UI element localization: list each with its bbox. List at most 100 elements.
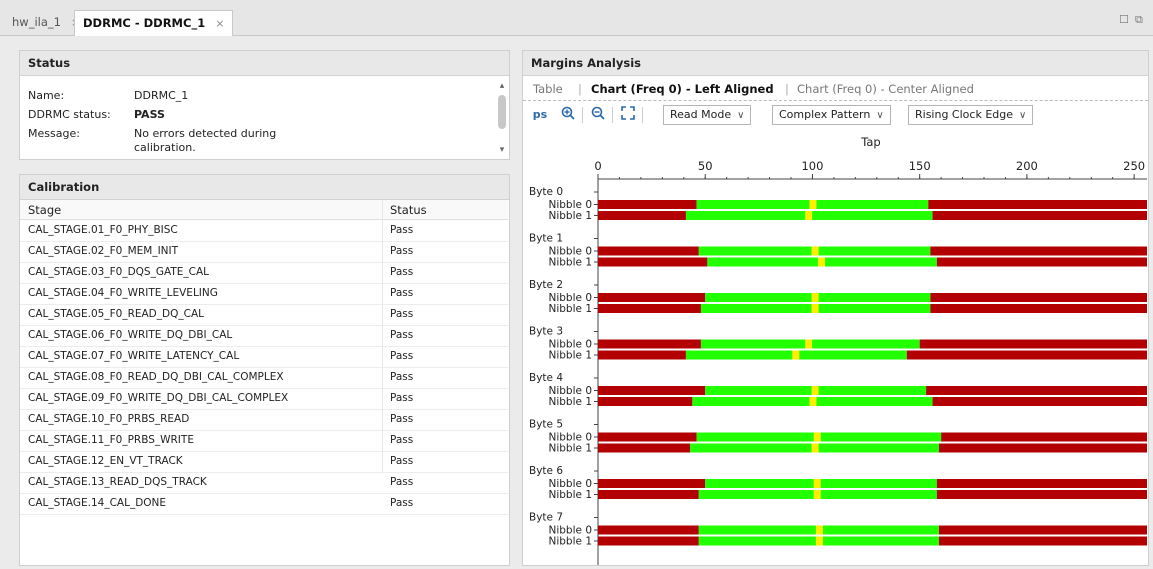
fail-region-right <box>932 397 1147 406</box>
table-row[interactable]: CAL_STAGE.03_F0_DQS_GATE_CAL Pass <box>20 263 508 284</box>
stage-cell: CAL_STAGE.07_F0_WRITE_LATENCY_CAL <box>28 350 240 362</box>
fail-region-right <box>932 211 1147 220</box>
table-row[interactable]: CAL_STAGE.04_F0_WRITE_LEVELING Pass <box>20 284 508 305</box>
byte-label: Byte 7 <box>529 512 563 524</box>
fail-region-left <box>598 432 697 442</box>
center-marker <box>809 200 817 209</box>
zoom-in-icon[interactable] <box>559 106 577 124</box>
status-cell: Pass <box>390 308 414 320</box>
close-icon[interactable]: × <box>215 17 224 30</box>
status-cell: Pass <box>390 245 414 257</box>
table-header: Stage Status <box>20 200 508 220</box>
stage-cell: CAL_STAGE.08_F0_READ_DQ_DBI_CAL_COMPLEX <box>28 371 284 383</box>
subtab-table[interactable]: Table <box>533 82 563 96</box>
fail-region-left <box>598 536 699 546</box>
toolbar-separator <box>642 107 643 123</box>
center-marker <box>811 304 819 313</box>
name-label: Name: <box>28 89 65 102</box>
tab-ddrmc-1[interactable]: DDRMC - DDRMC_1 × <box>74 10 234 36</box>
table-row[interactable]: CAL_STAGE.10_F0_PRBS_READ Pass <box>20 410 508 431</box>
subtab-separator: | <box>578 82 582 96</box>
scroll-down-icon[interactable]: ▾ <box>497 145 507 155</box>
float-icon[interactable]: ⧉ <box>1135 14 1147 25</box>
center-marker <box>818 257 826 267</box>
column-header-status[interactable]: Status <box>390 203 427 217</box>
zoom-out-icon[interactable] <box>589 106 607 124</box>
column-header-stage[interactable]: Stage <box>28 203 61 217</box>
nibble-label: Nibble 1 <box>549 396 593 408</box>
table-row[interactable]: CAL_STAGE.14_CAL_DONE Pass <box>20 494 508 515</box>
table-row[interactable]: CAL_STAGE.08_F0_READ_DQ_DBI_CAL_COMPLEX P… <box>20 368 508 389</box>
table-row[interactable]: CAL_STAGE.06_F0_WRITE_DQ_DBI_CAL Pass <box>20 326 508 347</box>
stage-cell: CAL_STAGE.13_READ_DQS_TRACK <box>28 476 207 488</box>
status-cell: Pass <box>390 455 414 467</box>
nibble-label: Nibble 1 <box>549 350 593 362</box>
center-marker <box>811 443 819 453</box>
center-marker <box>813 479 821 488</box>
status-cell: Pass <box>390 476 414 488</box>
read-mode-dropdown[interactable]: Read Mode ∨ <box>663 105 752 125</box>
table-row[interactable]: CAL_STAGE.02_F0_MEM_INIT Pass <box>20 242 508 263</box>
fail-region-right <box>919 339 1147 349</box>
fail-region-left <box>598 293 706 302</box>
nibble-label: Nibble 1 <box>549 303 593 315</box>
status-cell: Pass <box>390 371 414 383</box>
view-subtabs: Table | Chart (Freq 0) - Left Aligned | … <box>523 77 1148 101</box>
center-marker <box>815 536 823 546</box>
pass-region <box>705 479 937 488</box>
clock-edge-dropdown[interactable]: Rising Clock Edge ∨ <box>908 105 1034 125</box>
table-row[interactable]: CAL_STAGE.05_F0_READ_DQ_CAL Pass <box>20 305 508 326</box>
byte-label: Byte 2 <box>529 279 563 291</box>
nibble-label: Nibble 1 <box>549 210 593 222</box>
scroll-thumb[interactable] <box>498 95 506 129</box>
fail-region-left <box>598 304 701 313</box>
table-row[interactable]: CAL_STAGE.07_F0_WRITE_LATENCY_CAL Pass <box>20 347 508 368</box>
status-cell: Pass <box>390 224 414 236</box>
table-row[interactable]: CAL_STAGE.13_READ_DQS_TRACK Pass <box>20 473 508 494</box>
status-cell: Pass <box>390 413 414 425</box>
nibble-label: Nibble 1 <box>549 443 593 455</box>
byte-label: Byte 1 <box>529 233 563 245</box>
subtab-center-aligned[interactable]: Chart (Freq 0) - Center Aligned <box>797 82 974 96</box>
stage-cell: CAL_STAGE.06_F0_WRITE_DQ_DBI_CAL <box>28 329 233 341</box>
center-marker <box>805 211 813 220</box>
status-scrollbar[interactable]: ▴ ▾ <box>497 81 507 155</box>
fit-to-view-icon[interactable] <box>619 106 637 124</box>
subtab-separator: | <box>785 82 789 96</box>
fail-region-left <box>598 211 686 220</box>
fail-region-right <box>936 257 1147 267</box>
table-row[interactable]: CAL_STAGE.01_F0_PHY_BISC Pass <box>20 221 508 242</box>
table-row[interactable]: CAL_STAGE.12_EN_VT_TRACK Pass <box>20 452 508 473</box>
message-line-2: calibration. <box>134 141 196 154</box>
fail-region-left <box>598 257 708 267</box>
status-cell: Pass <box>390 266 414 278</box>
byte-label: Byte 5 <box>529 419 563 431</box>
status-cell: Pass <box>390 287 414 299</box>
restore-icon[interactable]: ☐ <box>1119 14 1131 25</box>
fail-region-right <box>938 536 1147 546</box>
fail-region-left <box>598 490 699 499</box>
subtab-left-aligned[interactable]: Chart (Freq 0) - Left Aligned <box>591 82 774 96</box>
editor-tab-bar: hw_ila_1 × DDRMC - DDRMC_1 × ☐ ⧉ <box>0 0 1153 36</box>
stage-cell: CAL_STAGE.10_F0_PRBS_READ <box>28 413 190 425</box>
fail-region-left <box>598 350 686 360</box>
status-panel: Status Name: DDRMC_1 DDRMC status: PASS … <box>19 50 510 160</box>
scroll-up-icon[interactable]: ▴ <box>497 81 507 91</box>
name-value: DDRMC_1 <box>134 89 189 102</box>
byte-label: Byte 0 <box>529 186 563 198</box>
ps-units-icon[interactable]: ps <box>531 106 549 124</box>
chart-toolbar: ps Read Mode ∨ Complex Pattern ∨ Rising Cl… <box>523 101 1148 129</box>
stage-cell: CAL_STAGE.01_F0_PHY_BISC <box>28 224 178 236</box>
tab-label: hw_ila_1 <box>12 15 61 29</box>
margins-analysis-panel: Margins Analysis Table | Chart (Freq 0) … <box>522 50 1149 566</box>
fail-region-right <box>938 443 1147 453</box>
x-tick-label: 250 <box>1123 159 1145 173</box>
table-row[interactable]: CAL_STAGE.11_F0_PRBS_WRITE Pass <box>20 431 508 452</box>
center-marker <box>815 525 823 535</box>
stage-cell: CAL_STAGE.14_CAL_DONE <box>28 497 167 509</box>
fail-region-right <box>930 293 1147 302</box>
dropdown-value: Complex Pattern <box>779 108 871 121</box>
table-row[interactable]: CAL_STAGE.09_F0_WRITE_DQ_DBI_CAL_COMPLEX… <box>20 389 508 410</box>
pattern-dropdown[interactable]: Complex Pattern ∨ <box>772 105 891 125</box>
x-tick-label: 50 <box>698 159 713 173</box>
